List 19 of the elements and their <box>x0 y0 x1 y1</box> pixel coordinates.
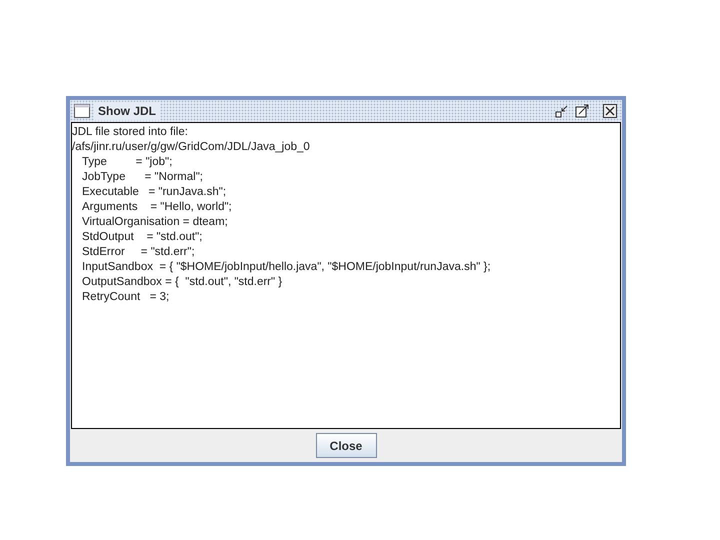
text-line: Type = "job"; <box>82 155 172 170</box>
text-line: JobType = "Normal"; <box>82 170 203 185</box>
text-line: OutputSandbox = { "std.out", "std.err" } <box>82 275 282 290</box>
window-icon <box>74 104 90 118</box>
text-line: Arguments = "Hello, world"; <box>82 200 232 215</box>
text-line: StdError = "std.err"; <box>82 245 195 260</box>
close-icon[interactable] <box>602 103 618 119</box>
maximize-icon[interactable] <box>574 103 590 119</box>
text-line: Executable = "runJava.sh"; <box>82 185 226 200</box>
text-line: /afs/jinr.ru/user/g/gw/GridCom/JDL/Java_job_0 <box>72 140 310 155</box>
close-button[interactable]: Close <box>316 433 376 458</box>
text-line: RetryCount = 3; <box>82 290 170 305</box>
minimize-icon[interactable] <box>554 103 570 119</box>
text-line: JDL file stored into file: <box>72 125 188 140</box>
text-line: VirtualOrganisation = dteam; <box>82 215 228 230</box>
text-line: StdOutput = "std.out"; <box>82 230 202 245</box>
text-area[interactable] <box>71 122 621 429</box>
text-line: InputSandbox = { "$HOME/jobInput/hello.java", "$HOME/jobInput/runJava.sh" }; <box>82 260 491 275</box>
window-title: Show JDL <box>94 102 160 120</box>
